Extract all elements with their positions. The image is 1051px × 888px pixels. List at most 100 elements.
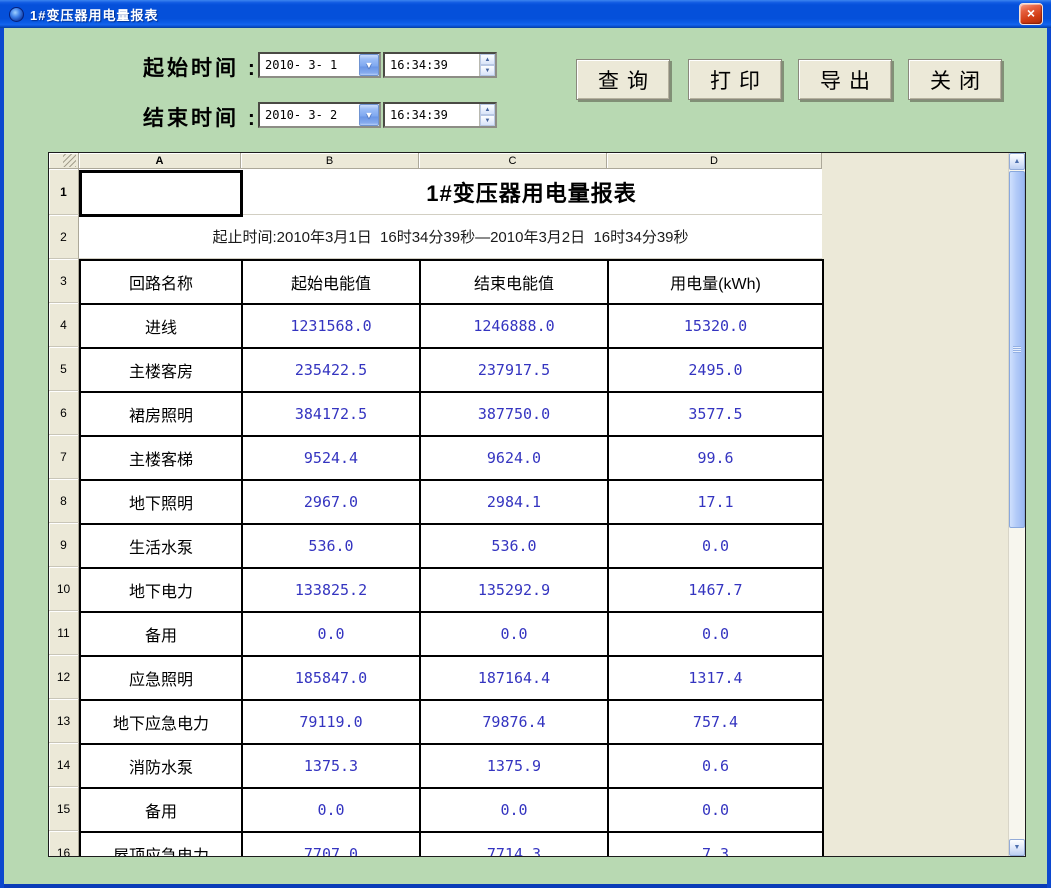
circuit-name-cell[interactable]: 地下应急电力 (81, 701, 243, 745)
report-title-cell[interactable]: 1#变压器用电量报表 (241, 169, 822, 214)
end-energy-cell[interactable]: 135292.9 (421, 569, 609, 613)
column-header-a[interactable]: A (79, 153, 241, 169)
end-energy-cell[interactable]: 0.0 (421, 613, 609, 657)
header-cell-usage[interactable]: 用电量(kWh) (609, 261, 824, 305)
spin-down-button[interactable]: ▼ (480, 115, 495, 126)
row-header-11[interactable]: 11 (49, 611, 79, 655)
row-header-1[interactable]: 1 (49, 169, 79, 215)
usage-cell[interactable]: 17.1 (609, 481, 824, 525)
row-header-7[interactable]: 7 (49, 435, 79, 479)
end-energy-cell[interactable]: 237917.5 (421, 349, 609, 393)
start-time-spinner[interactable]: 16:34:39 ▲ ▼ (383, 52, 497, 78)
start-energy-cell[interactable]: 2967.0 (243, 481, 421, 525)
print-button[interactable]: 打印 (688, 59, 782, 100)
end-energy-cell[interactable]: 187164.4 (421, 657, 609, 701)
start-energy-cell[interactable]: 0.0 (243, 613, 421, 657)
start-energy-cell[interactable]: 185847.0 (243, 657, 421, 701)
end-time-spinner[interactable]: 16:34:39 ▲ ▼ (383, 102, 497, 128)
circuit-name-cell[interactable]: 裙房照明 (81, 393, 243, 437)
start-date-picker[interactable]: 2010- 3- 1 ▼ (258, 52, 381, 78)
spreadsheet[interactable]: A B C D 12345678910111213141516 1#变压器用电量… (48, 152, 1026, 857)
close-button[interactable]: 关闭 (908, 59, 1002, 100)
scroll-down-button[interactable]: ▼ (1009, 839, 1025, 856)
row-header-6[interactable]: 6 (49, 391, 79, 435)
row-header-5[interactable]: 5 (49, 347, 79, 391)
end-energy-cell[interactable]: 7714.3 (421, 833, 609, 857)
usage-cell[interactable]: 0.0 (609, 789, 824, 833)
start-energy-cell[interactable]: 384172.5 (243, 393, 421, 437)
circuit-name-cell[interactable]: 应急照明 (81, 657, 243, 701)
usage-cell[interactable]: 0.0 (609, 525, 824, 569)
cells-area[interactable]: 1#变压器用电量报表 起止时间:2010年3月1日 16时34分39秒—2010… (79, 169, 822, 856)
usage-cell[interactable]: 2495.0 (609, 349, 824, 393)
spin-up-button[interactable]: ▲ (480, 104, 495, 115)
spin-down-button[interactable]: ▼ (480, 65, 495, 76)
start-energy-cell[interactable]: 9524.4 (243, 437, 421, 481)
query-button[interactable]: 查询 (576, 59, 670, 100)
row-header-3[interactable]: 3 (49, 259, 79, 303)
row-header-10[interactable]: 10 (49, 567, 79, 611)
circuit-name-cell[interactable]: 主楼客房 (81, 349, 243, 393)
titlebar-close-button[interactable]: × (1019, 3, 1043, 25)
usage-cell[interactable]: 1317.4 (609, 657, 824, 701)
report-period-cell[interactable]: 起止时间:2010年3月1日 16时34分39秒—2010年3月2日 16时34… (79, 215, 822, 259)
usage-cell[interactable]: 7.3 (609, 833, 824, 857)
end-energy-cell[interactable]: 9624.0 (421, 437, 609, 481)
spin-up-button[interactable]: ▲ (480, 54, 495, 65)
start-energy-cell[interactable]: 536.0 (243, 525, 421, 569)
circuit-name-cell[interactable]: 地下照明 (81, 481, 243, 525)
usage-cell[interactable]: 99.6 (609, 437, 824, 481)
header-cell-end-energy[interactable]: 结束电能值 (421, 261, 609, 305)
circuit-name-cell[interactable]: 备用 (81, 789, 243, 833)
start-energy-cell[interactable]: 0.0 (243, 789, 421, 833)
column-header-d[interactable]: D (607, 153, 822, 169)
usage-cell[interactable]: 757.4 (609, 701, 824, 745)
circuit-name-cell[interactable]: 备用 (81, 613, 243, 657)
row-header-9[interactable]: 9 (49, 523, 79, 567)
circuit-name-cell[interactable]: 消防水泵 (81, 745, 243, 789)
usage-cell[interactable]: 15320.0 (609, 305, 824, 349)
usage-cell[interactable]: 1467.7 (609, 569, 824, 613)
usage-cell[interactable]: 0.0 (609, 613, 824, 657)
end-energy-cell[interactable]: 2984.1 (421, 481, 609, 525)
header-cell-circuit[interactable]: 回路名称 (81, 261, 243, 305)
row-header-8[interactable]: 8 (49, 479, 79, 523)
header-cell-start-energy[interactable]: 起始电能值 (243, 261, 421, 305)
usage-cell[interactable]: 0.6 (609, 745, 824, 789)
circuit-name-cell[interactable]: 屋顶应急电力 (81, 833, 243, 857)
end-energy-cell[interactable]: 1246888.0 (421, 305, 609, 349)
start-energy-cell[interactable]: 7707.0 (243, 833, 421, 857)
export-button[interactable]: 导出 (798, 59, 892, 100)
vertical-scrollbar[interactable]: ▲ ▼ (1008, 153, 1025, 856)
start-energy-cell[interactable]: 79119.0 (243, 701, 421, 745)
row-header-4[interactable]: 4 (49, 303, 79, 347)
end-energy-cell[interactable]: 79876.4 (421, 701, 609, 745)
row-header-2[interactable]: 2 (49, 215, 79, 259)
row-header-12[interactable]: 12 (49, 655, 79, 699)
start-date-dropdown-button[interactable]: ▼ (359, 54, 379, 76)
titlebar[interactable]: 1#变压器用电量报表 × (0, 0, 1051, 28)
column-header-b[interactable]: B (241, 153, 419, 169)
column-header-c[interactable]: C (419, 153, 607, 169)
end-energy-cell[interactable]: 0.0 (421, 789, 609, 833)
start-energy-cell[interactable]: 1375.3 (243, 745, 421, 789)
sheet-corner-cell[interactable] (49, 153, 79, 169)
usage-cell[interactable]: 3577.5 (609, 393, 824, 437)
circuit-name-cell[interactable]: 进线 (81, 305, 243, 349)
scroll-up-button[interactable]: ▲ (1009, 153, 1025, 170)
row-header-15[interactable]: 15 (49, 787, 79, 831)
end-date-dropdown-button[interactable]: ▼ (359, 104, 379, 126)
end-energy-cell[interactable]: 1375.9 (421, 745, 609, 789)
end-date-picker[interactable]: 2010- 3- 2 ▼ (258, 102, 381, 128)
end-energy-cell[interactable]: 536.0 (421, 525, 609, 569)
end-energy-cell[interactable]: 387750.0 (421, 393, 609, 437)
start-energy-cell[interactable]: 1231568.0 (243, 305, 421, 349)
row-header-13[interactable]: 13 (49, 699, 79, 743)
row-header-14[interactable]: 14 (49, 743, 79, 787)
start-energy-cell[interactable]: 235422.5 (243, 349, 421, 393)
scrollbar-thumb[interactable] (1009, 171, 1025, 528)
circuit-name-cell[interactable]: 生活水泵 (81, 525, 243, 569)
start-energy-cell[interactable]: 133825.2 (243, 569, 421, 613)
row-header-16[interactable]: 16 (49, 831, 79, 857)
circuit-name-cell[interactable]: 主楼客梯 (81, 437, 243, 481)
